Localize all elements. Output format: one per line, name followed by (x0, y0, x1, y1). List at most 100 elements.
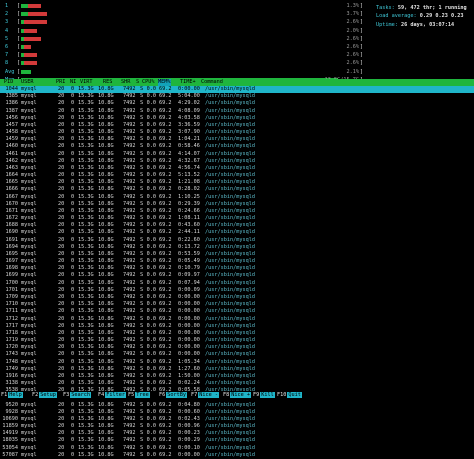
column-time[interactable]: TIME+ (180, 79, 196, 86)
process-row[interactable]: 1718 mysql 20 0 15.3G 10.8G 7492 S 0.0 69.2 0:00.0… (0, 330, 474, 337)
process-row[interactable]: 1720 mysql 20 0 15.3G 10.8G 7492 S 0.0 69.2 0:00.0… (0, 344, 474, 351)
process-row[interactable]: 1699 mysql 20 0 15.3G 10.8G 7492 S 0.0 69.2 0:09.9… (0, 272, 474, 279)
process-row[interactable]: 1748 mysql 20 0 15.3G 10.8G 7492 S 0.0 69.2 1:05.3… (0, 359, 474, 366)
column-command[interactable]: Command (201, 79, 223, 86)
fkey-number: F10 (276, 392, 288, 398)
process-pri: 20 (58, 344, 65, 351)
process-row[interactable]: 1709 mysql 20 0 15.3G 10.8G 7492 S 0.0 69.2 0:00.0… (0, 294, 474, 301)
process-user: mysql (21, 258, 37, 265)
fkey-search[interactable]: F3 Search (62, 392, 91, 399)
process-row[interactable]: 1459 mysql 20 0 15.3G 10.8G 7492 S 0.0 69.2 1:04.2… (0, 136, 474, 143)
process-row[interactable]: 1666 mysql 20 0 15.3G 10.8G 7492 S 0.0 69.2 0:28.0… (0, 186, 474, 193)
process-row[interactable]: 1690 mysql 20 0 15.3G 10.8G 7492 S 0.0 69.2 2:44.1… (0, 229, 474, 236)
process-row[interactable]: 1670 mysql 20 0 15.3G 10.8G 7492 S 0.0 69.2 0:29.3… (0, 201, 474, 208)
process-row[interactable]: 1916 mysql 20 0 15.3G 10.8G 7492 S 0.0 69.2 1:50.0… (0, 373, 474, 380)
process-row[interactable]: 9928 mysql 20 0 15.3G 10.8G 7492 S 0.0 69.2 0:00.6… (0, 409, 474, 416)
process-row[interactable]: 1712 mysql 20 0 15.3G 10.8G 7492 S 0.0 69.2 0:00.0… (0, 316, 474, 323)
column-user[interactable]: USER (21, 79, 34, 86)
fkey-number: F3 (62, 392, 71, 398)
process-row[interactable]: 1698 mysql 20 0 15.3G 10.8G 7492 S 0.0 69.2 0:10.7… (0, 265, 474, 272)
fkey-sortby[interactable]: F6 SortBy (158, 392, 187, 399)
process-row[interactable]: 18035 mysql 20 0 15.3G 10.8G 7492 S 0.0 69.2 0:00.… (0, 437, 474, 444)
process-row[interactable]: 14919 mysql 20 0 15.3G 10.8G 7492 S 0.0 69.2 0:00.… (0, 430, 474, 437)
process-row[interactable]: 1688 mysql 20 0 15.3G 10.8G 7492 S 0.0 69.2 0:43.6… (0, 222, 474, 229)
process-row[interactable]: 1719 mysql 20 0 15.3G 10.8G 7492 S 0.0 69.2 0:00.0… (0, 337, 474, 344)
process-row[interactable]: 11859 mysql 20 0 15.3G 10.8G 7492 S 0.0 69.2 0:00.… (0, 423, 474, 430)
process-cmd: /usr/sbin/mysqld (205, 143, 255, 150)
process-row[interactable]: 1701 mysql 20 0 15.3G 10.8G 7492 S 0.0 69.2 0:00.0… (0, 287, 474, 294)
process-row[interactable]: 1700 mysql 20 0 15.3G 10.8G 7492 S 0.0 69.2 0:07.9… (0, 280, 474, 287)
process-row[interactable]: 1717 mysql 20 0 15.3G 10.8G 7492 S 0.0 69.2 0:00.0… (0, 323, 474, 330)
meter-bar (21, 12, 351, 17)
process-cpu: 0.0 (146, 100, 156, 107)
process-s: S (140, 308, 144, 315)
process-mem: 69.2 (159, 265, 172, 272)
fkey-nice[interactable]: F8 Nice + (222, 392, 251, 399)
meter-fill-segment (24, 20, 48, 25)
column-res[interactable]: RES (103, 79, 112, 86)
process-row[interactable]: 3138 mysql 20 0 15.3G 10.8G 7492 S 0.0 69.2 0:02.2… (0, 380, 474, 387)
process-row[interactable]: 1460 mysql 20 0 15.3G 10.8G 7492 S 0.0 69.2 0:58.4… (0, 143, 474, 150)
process-row[interactable]: 1694 mysql 20 0 15.3G 10.8G 7492 S 0.0 69.2 0:13.7… (0, 244, 474, 251)
column-virt[interactable]: VIRT (80, 79, 93, 86)
fkey-tree[interactable]: F5 Tree (127, 392, 150, 399)
column-cpu[interactable]: CPU% (142, 79, 155, 86)
process-ni: 0 (71, 329, 75, 336)
process-row[interactable]: 1386 mysql 20 0 15.3G 10.8G 7492 S 0.0 69.2 4:29.0… (0, 100, 474, 107)
process-row[interactable]: 1044 mysql 20 0 15.3G 10.8G 7492 S 0.0 69.2 0:00.0… (0, 86, 474, 94)
process-row[interactable]: 1461 mysql 20 0 15.3G 10.8G 7492 S 0.0 69.2 4:14.0… (0, 151, 474, 158)
fkey-setup[interactable]: F2 Setup (31, 392, 57, 399)
process-row[interactable]: 1664 mysql 20 0 15.3G 10.8G 7492 S 0.0 69.2 5:13.5… (0, 172, 474, 179)
process-cpu: 0.0 (146, 129, 156, 136)
fkey-help[interactable]: F1 Help (0, 392, 23, 399)
process-row[interactable]: 1743 mysql 20 0 15.3G 10.8G 7492 S 0.0 69.2 0:00.0… (0, 351, 474, 358)
process-shr: 7492 (123, 365, 136, 372)
process-row[interactable]: 1711 mysql 20 0 15.3G 10.8G 7492 S 0.0 69.2 0:00.0… (0, 308, 474, 315)
process-mem: 69.2 (159, 186, 172, 193)
process-user: mysql (21, 358, 37, 365)
fkey-filter[interactable]: F4 Filter (97, 392, 126, 399)
process-row[interactable]: 1695 mysql 20 0 15.3G 10.8G 7492 S 0.0 69.2 0:53.5… (0, 251, 474, 258)
process-mem: 69.2 (159, 301, 172, 308)
column-ni[interactable]: NI (70, 79, 76, 86)
process-row[interactable]: 1697 mysql 20 0 15.3G 10.8G 7492 S 0.0 69.2 0:05.4… (0, 258, 474, 265)
process-mem: 69.2 (159, 423, 172, 430)
process-pri: 20 (58, 279, 65, 286)
process-row[interactable]: 1457 mysql 20 0 15.3G 10.8G 7492 S 0.0 69.2 3:36.5… (0, 122, 474, 129)
process-mem: 69.2 (159, 164, 172, 171)
process-row[interactable]: 1672 mysql 20 0 15.3G 10.8G 7492 S 0.0 69.2 1:08.1… (0, 215, 474, 222)
process-row[interactable]: 1458 mysql 20 0 15.3G 10.8G 7492 S 0.0 69.2 3:07.9… (0, 129, 474, 136)
fkey-nice[interactable]: F7 Nice - (190, 392, 219, 399)
process-pid: 1456 (5, 114, 19, 121)
column-shr[interactable]: SHR (121, 79, 130, 86)
process-row[interactable]: 1749 mysql 20 0 15.3G 10.8G 7492 S 0.0 69.2 1:27.6… (0, 366, 474, 373)
process-row[interactable]: 1385 mysql 20 0 15.3G 10.8G 7492 S 0.0 69.2 5:04.0… (0, 93, 474, 100)
process-mem: 69.2 (159, 143, 172, 150)
process-virt: 15.3G (78, 401, 94, 408)
process-row[interactable]: 1667 mysql 20 0 15.3G 10.8G 7492 S 0.0 69.2 1:10.2… (0, 194, 474, 201)
process-row[interactable]: 1671 mysql 20 0 15.3G 10.8G 7492 S 0.0 69.2 0:24.6… (0, 208, 474, 215)
process-row[interactable]: 1456 mysql 20 0 15.3G 10.8G 7492 S 0.0 69.2 4:03.5… (0, 115, 474, 122)
process-row[interactable]: 53054 mysql 20 0 15.3G 10.8G 7492 S 0.0 69.2 0:00.… (0, 445, 474, 452)
process-s: S (140, 172, 144, 179)
process-row[interactable]: 1710 mysql 20 0 15.3G 10.8G 7492 S 0.0 69.2 0:00.0… (0, 301, 474, 308)
process-row[interactable]: 1665 mysql 20 0 15.3G 10.8G 7492 S 0.0 69.2 1:21.0… (0, 179, 474, 186)
process-row[interactable]: 9520 mysql 20 0 15.3G 10.8G 7492 S 0.0 69.2 0:04.8… (0, 402, 474, 409)
process-row[interactable]: 1462 mysql 20 0 15.3G 10.8G 7492 S 0.0 69.2 4:32.6… (0, 158, 474, 165)
column-pri[interactable]: PRI (56, 79, 65, 86)
process-row[interactable]: 1691 mysql 20 0 15.3G 10.8G 7492 S 0.0 69.2 0:22.6… (0, 237, 474, 244)
process-row[interactable]: 1463 mysql 20 0 15.3G 10.8G 7492 S 0.0 69.2 4:56.7… (0, 165, 474, 172)
process-row[interactable]: 10690 mysql 20 0 15.3G 10.8G 7492 S 0.0 69.2 0:02.… (0, 416, 474, 423)
fkey-quit[interactable]: F10 Quit (276, 392, 302, 399)
fkey-kill[interactable]: F9 Kill (252, 392, 275, 399)
process-s: S (140, 351, 144, 358)
column-pid[interactable]: PID (4, 79, 13, 86)
process-mem: 69.2 (159, 207, 172, 214)
process-row[interactable]: 57087 mysql 20 0 15.3G 10.8G 7492 S 0.0 69.2 0:00.… (0, 452, 474, 459)
process-time: 1:08.11 (178, 215, 200, 222)
process-row[interactable]: 1387 mysql 20 0 15.3G 10.8G 7492 S 0.0 69.2 4:08.0… (0, 108, 474, 115)
column-mem[interactable]: MEM% (158, 79, 171, 86)
column-state[interactable]: S (136, 79, 139, 86)
process-pri: 20 (58, 143, 65, 150)
process-cpu: 0.0 (146, 286, 156, 293)
